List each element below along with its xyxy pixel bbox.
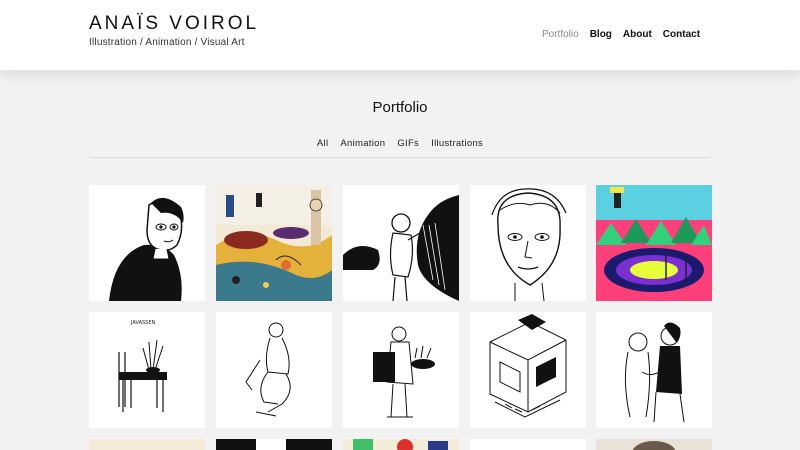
standing-figure-sketch — [343, 312, 459, 428]
portfolio-thumbnail-2[interactable] — [216, 185, 332, 301]
face-portrait-line-illustration — [470, 185, 586, 301]
svg-text:JAVASSEN: JAVASSEN — [130, 320, 156, 326]
site-tagline: Illustration / Animation / Visual Art — [89, 37, 245, 48]
partial-thumbnail-dark — [216, 439, 332, 450]
isometric-room-sketch — [470, 312, 586, 428]
portfolio-thumbnail-3[interactable] — [343, 185, 459, 301]
portfolio-thumbnail-9[interactable] — [470, 312, 586, 428]
site-title[interactable]: ANAÏS VOIROL — [89, 13, 259, 35]
portfolio-thumbnail-13[interactable] — [343, 439, 459, 450]
colorful-landscape-figures-illustration — [216, 185, 332, 301]
portfolio-thumbnail-6[interactable]: JAVASSEN — [89, 312, 205, 428]
figure-leaning-on-black-wave-illustration — [343, 185, 459, 301]
portfolio-thumbnail-1[interactable] — [89, 185, 205, 301]
two-figures-sketch — [596, 312, 712, 428]
partial-thumbnail-colorful — [343, 439, 459, 450]
portfolio-thumbnail-7[interactable] — [216, 312, 332, 428]
chair-plant-sketch: JAVASSEN — [89, 312, 205, 428]
portfolio-thumbnail-15[interactable] — [596, 439, 712, 450]
nav-contact-link[interactable]: Contact — [663, 29, 700, 40]
partial-thumbnail-portrait — [596, 439, 712, 450]
nav-blog-link[interactable]: Blog — [590, 29, 612, 40]
portfolio-thumbnail-10[interactable] — [596, 312, 712, 428]
nav-about-link[interactable]: About — [623, 29, 652, 40]
partial-thumbnail-cream — [89, 439, 205, 450]
neon-landscape-illustration — [596, 185, 712, 301]
portfolio-thumbnail-5[interactable] — [596, 185, 712, 301]
portfolio-thumbnail-12[interactable] — [216, 439, 332, 450]
portfolio-thumbnail-11[interactable] — [89, 439, 205, 450]
portfolio-thumbnail-8[interactable] — [343, 312, 459, 428]
site-header: ANAÏS VOIROL Illustration / Animation / … — [0, 0, 800, 70]
main-nav: Portfolio Blog About Contact — [542, 29, 711, 40]
seated-figure-sketch — [216, 312, 332, 428]
portfolio-thumbnail-4[interactable] — [470, 185, 586, 301]
nav-portfolio-link[interactable]: Portfolio — [542, 29, 579, 40]
partial-thumbnail-white — [470, 439, 586, 450]
portfolio-thumbnail-14[interactable] — [470, 439, 586, 450]
portrait-black-dress-illustration — [89, 185, 205, 301]
